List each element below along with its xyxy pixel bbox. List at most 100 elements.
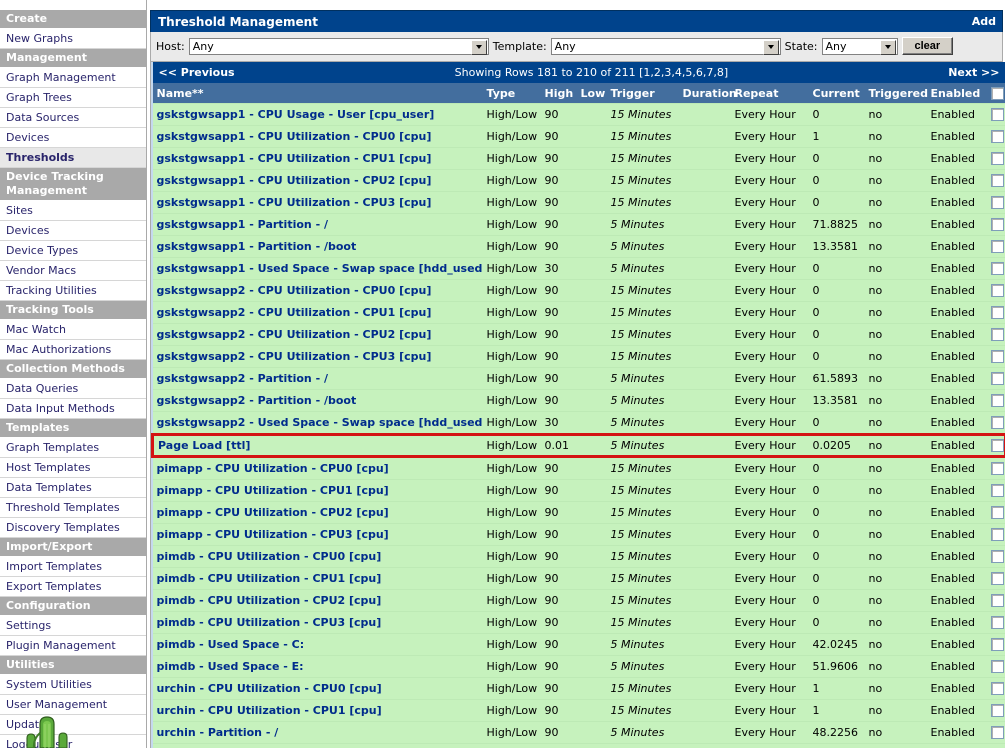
sidebar-item-discovery-templates[interactable]: Discovery Templates bbox=[0, 518, 146, 538]
sidebar-item-host-templates[interactable]: Host Templates bbox=[0, 458, 146, 478]
table-row[interactable]: pimdb - CPU Utilization - CPU1 [cpu] High… bbox=[152, 567, 1005, 590]
table-row[interactable]: gskstgwsapp2 - Partition - /boot High/Low… bbox=[152, 389, 1005, 412]
add-threshold-link[interactable]: Add bbox=[972, 15, 996, 28]
row-select-checkbox[interactable] bbox=[990, 152, 1004, 166]
row-select-checkbox[interactable] bbox=[990, 284, 1004, 298]
sidebar-item-system-utilities[interactable]: System Utilities bbox=[0, 675, 146, 695]
table-row[interactable]: gskstgwsapp1 - CPU Usage - User [cpu_use… bbox=[152, 103, 1005, 126]
table-row[interactable]: gskstgwsapp1 - Used Space - Swap space [… bbox=[152, 257, 1005, 280]
sidebar-item-device-types[interactable]: Device Types bbox=[0, 241, 146, 261]
row-select-checkbox[interactable] bbox=[990, 704, 1004, 718]
table-row[interactable]: gskstgwsapp1 - CPU Utilization - CPU1 [c… bbox=[152, 147, 1005, 170]
threshold-name-link[interactable]: urchin - CPU Utilization - CPU1 [cpu] bbox=[157, 704, 382, 717]
threshold-name-link[interactable]: gskstgwsapp2 - CPU Utilization - CPU2 [c… bbox=[157, 328, 432, 341]
table-row[interactable]: gskstgwsapp1 - CPU Utilization - CPU0 [c… bbox=[152, 125, 1005, 148]
column-header-name[interactable]: Name** bbox=[152, 83, 483, 104]
sidebar-item-sites[interactable]: Sites bbox=[0, 201, 146, 221]
table-row[interactable]: gskstgwsapp1 - Partition - / High/Low 90 5 … bbox=[152, 213, 1005, 236]
threshold-name-link[interactable]: gskstgwsapp2 - Used Space - Swap space [… bbox=[157, 416, 483, 429]
table-row[interactable]: gskstgwsapp2 - CPU Utilization - CPU1 [c… bbox=[152, 301, 1005, 324]
row-select-checkbox[interactable] bbox=[990, 726, 1004, 740]
threshold-name-link[interactable]: gskstgwsapp2 - CPU Utilization - CPU0 [c… bbox=[157, 284, 432, 297]
row-select-checkbox[interactable] bbox=[990, 616, 1004, 630]
row-select-checkbox[interactable] bbox=[990, 394, 1004, 408]
table-row[interactable]: gskstgwsapp2 - Partition - / High/Low 90 5 … bbox=[152, 367, 1005, 390]
column-header-triggered[interactable]: Triggered bbox=[864, 83, 928, 104]
sidebar-item-devices[interactable]: Devices bbox=[0, 221, 146, 241]
sidebar-item-data-templates[interactable]: Data Templates bbox=[0, 478, 146, 498]
sidebar-item-graph-templates[interactable]: Graph Templates bbox=[0, 438, 146, 458]
threshold-name-link[interactable]: gskstgwsapp1 - Used Space - Swap space [… bbox=[157, 262, 483, 275]
sidebar-item-mac-authorizations[interactable]: Mac Authorizations bbox=[0, 340, 146, 360]
threshold-name-link[interactable]: gskstgwsapp2 - CPU Utilization - CPU1 [c… bbox=[157, 306, 432, 319]
clear-filters-button[interactable]: clear bbox=[901, 37, 954, 55]
sidebar-item-import-templates[interactable]: Import Templates bbox=[0, 557, 146, 577]
table-row[interactable]: urchin - CPU Utilization - CPU0 [cpu] Hig… bbox=[152, 677, 1005, 700]
threshold-name-link[interactable]: pimdb - CPU Utilization - CPU0 [cpu] bbox=[157, 550, 382, 563]
column-header-trigger[interactable]: Trigger bbox=[606, 83, 679, 104]
row-select-checkbox[interactable] bbox=[990, 328, 1004, 342]
row-select-checkbox[interactable] bbox=[990, 506, 1004, 520]
column-header-current[interactable]: Current bbox=[808, 83, 865, 104]
threshold-name-link[interactable]: pimdb - CPU Utilization - CPU3 [cpu] bbox=[157, 616, 382, 629]
row-select-checkbox[interactable] bbox=[990, 439, 1003, 453]
table-row[interactable]: pimdb - Used Space - E: High/Low 90 5 Minut… bbox=[152, 655, 1005, 678]
row-select-checkbox[interactable] bbox=[990, 174, 1004, 188]
threshold-name-link[interactable]: pimdb - Used Space - E: bbox=[157, 660, 304, 673]
sidebar-item-settings[interactable]: Settings bbox=[0, 616, 146, 636]
threshold-name-link[interactable]: pimdb - CPU Utilization - CPU2 [cpu] bbox=[157, 594, 382, 607]
threshold-name-link[interactable]: pimapp - CPU Utilization - CPU3 [cpu] bbox=[157, 528, 389, 541]
table-row[interactable]: gskstgwsapp2 - CPU Utilization - CPU0 [c… bbox=[152, 279, 1005, 302]
table-row[interactable]: pimdb - Used Space - C: High/Low 90 5 Minut… bbox=[152, 633, 1005, 656]
threshold-name-link[interactable]: gskstgwsapp2 - Partition - /boot bbox=[157, 394, 357, 407]
sidebar-item-thresholds[interactable]: Thresholds bbox=[0, 148, 146, 168]
chevron-down-icon[interactable] bbox=[762, 39, 779, 55]
threshold-name-link[interactable]: urchin - CPU Utilization - CPU0 [cpu] bbox=[157, 682, 382, 695]
table-row[interactable]: pimdb - CPU Utilization - CPU3 [cpu] High… bbox=[152, 611, 1005, 634]
chevron-down-icon[interactable] bbox=[470, 39, 487, 55]
row-select-checkbox[interactable] bbox=[990, 130, 1004, 144]
sidebar-item-vendor-macs[interactable]: Vendor Macs bbox=[0, 261, 146, 281]
row-select-checkbox[interactable] bbox=[990, 350, 1004, 364]
column-header-duration[interactable]: Duration bbox=[678, 83, 737, 104]
row-select-checkbox[interactable] bbox=[990, 416, 1004, 430]
table-row[interactable]: gskstgwsapp2 - Used Space - Swap space [… bbox=[152, 411, 1005, 435]
select-all-checkbox[interactable] bbox=[990, 86, 1004, 100]
threshold-name-link[interactable]: gskstgwsapp1 - CPU Utilization - CPU2 [c… bbox=[157, 174, 432, 187]
row-select-checkbox[interactable] bbox=[990, 682, 1004, 696]
table-row[interactable]: gskstgwsapp1 - CPU Utilization - CPU2 [c… bbox=[152, 169, 1005, 192]
sidebar-item-export-templates[interactable]: Export Templates bbox=[0, 577, 146, 597]
row-select-checkbox[interactable] bbox=[990, 594, 1004, 608]
state-filter-select[interactable]: Any bbox=[821, 37, 898, 55]
sidebar-item-data-input-methods[interactable]: Data Input Methods bbox=[0, 399, 146, 419]
row-select-checkbox[interactable] bbox=[990, 550, 1004, 564]
table-row[interactable]: gskstgwsapp1 - Partition - /boot High/Low… bbox=[152, 235, 1005, 258]
template-filter-select[interactable]: Any bbox=[550, 37, 781, 55]
column-header-enabled[interactable]: Enabled bbox=[926, 83, 987, 104]
sidebar-item-data-queries[interactable]: Data Queries bbox=[0, 379, 146, 399]
column-header-low[interactable]: Low bbox=[576, 83, 607, 104]
row-select-checkbox[interactable] bbox=[990, 262, 1004, 276]
previous-page-link[interactable]: << Previous bbox=[159, 66, 235, 79]
row-select-checkbox[interactable] bbox=[990, 372, 1004, 386]
threshold-name-link[interactable]: gskstgwsapp1 - CPU Usage - User [cpu_use… bbox=[157, 108, 435, 121]
row-select-checkbox[interactable] bbox=[990, 484, 1004, 498]
sidebar-item-mac-watch[interactable]: Mac Watch bbox=[0, 320, 146, 340]
threshold-name-link[interactable]: pimapp - CPU Utilization - CPU0 [cpu] bbox=[157, 462, 389, 475]
threshold-name-link[interactable]: pimapp - CPU Utilization - CPU2 [cpu] bbox=[157, 506, 389, 519]
sidebar-item-tracking-utilities[interactable]: Tracking Utilities bbox=[0, 281, 146, 301]
row-select-checkbox[interactable] bbox=[990, 638, 1004, 652]
threshold-name-link[interactable]: gskstgwsapp1 - CPU Utilization - CPU0 [c… bbox=[157, 130, 432, 143]
column-header-high[interactable]: High bbox=[540, 83, 577, 104]
threshold-name-link[interactable]: Page Load [ttl] bbox=[158, 439, 250, 452]
row-select-checkbox[interactable] bbox=[990, 462, 1004, 476]
row-select-checkbox[interactable] bbox=[990, 240, 1004, 254]
sidebar-item-plugin-management[interactable]: Plugin Management bbox=[0, 636, 146, 656]
threshold-name-link[interactable]: gskstgwsapp1 - CPU Utilization - CPU1 [c… bbox=[157, 152, 432, 165]
threshold-name-link[interactable]: pimapp - CPU Utilization - CPU1 [cpu] bbox=[157, 484, 389, 497]
next-page-link[interactable]: Next >> bbox=[948, 66, 999, 79]
threshold-name-link[interactable]: gskstgwsapp1 - Partition - / bbox=[157, 218, 328, 231]
threshold-name-link[interactable]: pimdb - Used Space - C: bbox=[157, 638, 305, 651]
sidebar-item-threshold-templates[interactable]: Threshold Templates bbox=[0, 498, 146, 518]
chevron-down-icon[interactable] bbox=[879, 39, 896, 55]
